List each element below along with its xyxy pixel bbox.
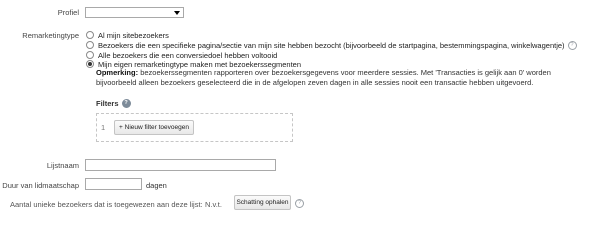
help-icon[interactable]: ? — [295, 199, 304, 208]
audience-label: Aantal unieke bezoekers dat is toegeweze… — [10, 200, 203, 209]
note-text: bezoekerssegmenten rapporteren over bezo… — [96, 68, 551, 87]
chevron-down-icon — [174, 11, 180, 15]
radio-button-selected[interactable] — [86, 60, 94, 68]
list-name-label: Lijstnaam — [46, 161, 79, 170]
get-estimate-button[interactable]: Schatting ophalen — [234, 195, 291, 210]
radio-label: Bezoekers die een specifieke pagina/sect… — [98, 40, 565, 50]
radio-button[interactable] — [86, 31, 94, 39]
list-name-input[interactable] — [85, 159, 276, 171]
audience-value: N.v.t. — [205, 200, 222, 209]
radio-button[interactable] — [86, 51, 94, 59]
filter-row-number: 1 — [101, 123, 106, 132]
radio-button[interactable] — [86, 41, 94, 49]
radio-option-specific-page[interactable]: Bezoekers die een specifieke pagina/sect… — [86, 40, 577, 50]
filters-title: Filters — [96, 99, 119, 108]
help-icon[interactable]: ? — [567, 40, 577, 50]
add-filter-button[interactable]: + Nieuw filter toevoegen — [114, 120, 194, 135]
note-bold: Opmerking: — [96, 68, 139, 77]
profile-label: Profiel — [57, 8, 79, 17]
segment-note: Opmerking: bezoekerssegmenten rapportere… — [96, 68, 566, 88]
duration-label: Duur van lidmaatschap — [2, 181, 79, 190]
filters-heading: Filters ? — [96, 99, 131, 108]
radio-option-all-visitors[interactable]: Al mijn sitebezoekers — [86, 30, 169, 40]
profile-select[interactable] — [85, 7, 184, 18]
radio-label: Al mijn sitebezoekers — [98, 30, 169, 40]
filter-dropzone: 1 + Nieuw filter toevoegen — [96, 113, 293, 142]
remarketing-type-label: Remarketingtype — [22, 31, 79, 40]
help-icon[interactable]: ? — [121, 99, 131, 108]
duration-unit: dagen — [146, 181, 167, 190]
duration-input[interactable] — [85, 178, 142, 190]
